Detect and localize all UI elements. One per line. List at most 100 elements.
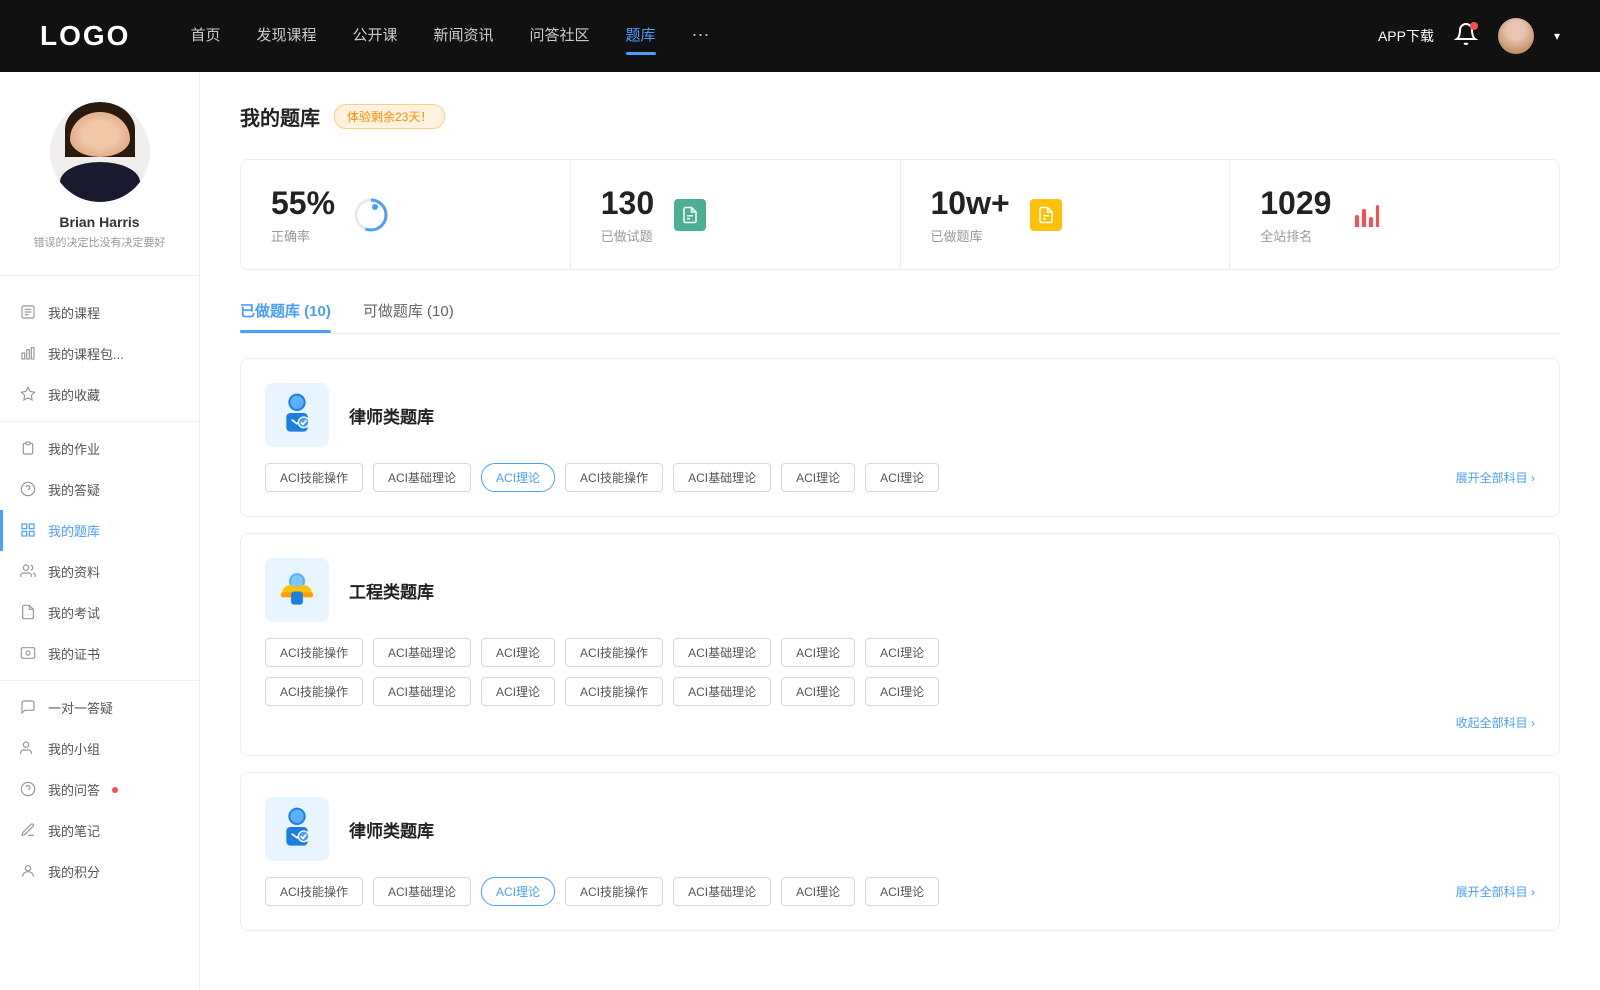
tag[interactable]: ACI技能操作 — [265, 638, 363, 667]
tag[interactable]: ACI理论 — [781, 463, 855, 492]
sidebar-item-homework[interactable]: 我的作业 — [0, 428, 199, 469]
sidebar-label: 我的课程 — [48, 303, 100, 322]
sidebar-label: 我的问答 — [48, 780, 100, 799]
tag[interactable]: ACI理论 — [865, 677, 939, 706]
expand-link[interactable]: 展开全部科目 › — [1456, 469, 1535, 486]
sidebar-item-qa[interactable]: 我的答疑 — [0, 469, 199, 510]
tag-active[interactable]: ACI理论 — [481, 463, 555, 492]
bank-title: 工程类题库 — [349, 578, 434, 603]
tag[interactable]: ACI理论 — [865, 638, 939, 667]
tag[interactable]: ACI基础理论 — [673, 677, 771, 706]
pencil-icon — [20, 822, 38, 840]
tag[interactable]: ACI技能操作 — [265, 463, 363, 492]
tag[interactable]: ACI基础理论 — [373, 638, 471, 667]
tag[interactable]: ACI基础理论 — [673, 463, 771, 492]
nav-open-course[interactable]: 公开课 — [352, 24, 397, 49]
tag[interactable]: ACI技能操作 — [565, 677, 663, 706]
notification-bell[interactable] — [1454, 22, 1478, 51]
sidebar-menu: 我的课程 我的课程包... 我的收藏 — [0, 276, 199, 908]
sidebar-item-one-on-one[interactable]: 一对一答疑 — [0, 687, 199, 728]
tag[interactable]: ACI基础理论 — [373, 677, 471, 706]
tags-row: ACI技能操作 ACI基础理论 ACI理论 ACI技能操作 ACI基础理论 AC… — [265, 877, 1535, 906]
tag[interactable]: ACI基础理论 — [373, 877, 471, 906]
user-menu-chevron[interactable]: ▾ — [1554, 29, 1560, 43]
app-download-button[interactable]: APP下载 — [1378, 26, 1434, 46]
doc-green-icon — [674, 199, 706, 231]
tag-active[interactable]: ACI理论 — [481, 877, 555, 906]
sidebar-label: 我的作业 — [48, 439, 100, 458]
certificate-icon — [20, 645, 38, 663]
sidebar-item-question-bank[interactable]: 我的题库 — [0, 510, 199, 551]
nav-right: APP下载 ▾ — [1378, 18, 1560, 54]
sidebar-item-points[interactable]: 我的积分 — [0, 851, 199, 892]
expand-link[interactable]: 展开全部科目 › — [1456, 883, 1535, 900]
ranking-icon — [1347, 195, 1387, 235]
tag[interactable]: ACI理论 — [865, 877, 939, 906]
tag[interactable]: ACI技能操作 — [265, 877, 363, 906]
tag[interactable]: ACI理论 — [781, 677, 855, 706]
tag[interactable]: ACI理论 — [481, 638, 555, 667]
nav-news[interactable]: 新闻资讯 — [434, 24, 494, 49]
sidebar-item-exam[interactable]: 我的考试 — [0, 592, 199, 633]
tag[interactable]: ACI理论 — [865, 463, 939, 492]
divider — [0, 421, 199, 422]
user-avatar[interactable] — [1498, 18, 1534, 54]
unread-dot — [112, 787, 118, 793]
sidebar-item-my-qa[interactable]: 我的问答 — [0, 769, 199, 810]
tag[interactable]: ACI技能操作 — [565, 877, 663, 906]
bank-icon-wrap — [265, 797, 329, 861]
page-title: 我的题库 — [240, 102, 320, 131]
tag[interactable]: ACI理论 — [781, 638, 855, 667]
tag[interactable]: ACI技能操作 — [565, 463, 663, 492]
star-icon — [20, 386, 38, 404]
tag[interactable]: ACI技能操作 — [265, 677, 363, 706]
tag[interactable]: ACI基础理论 — [373, 463, 471, 492]
stat-value: 1029 — [1260, 184, 1331, 222]
nav-home[interactable]: 首页 — [190, 24, 220, 49]
nav-question-bank[interactable]: 题库 — [626, 24, 656, 49]
doc-yellow-icon — [1030, 199, 1062, 231]
done-banks-icon — [1026, 195, 1066, 235]
sidebar-item-favorites[interactable]: 我的收藏 — [0, 374, 199, 415]
bank-card-header: 律师类题库 — [265, 797, 1535, 861]
main-content: 我的题库 体验剩余23天！ 55% 正确率 — [200, 72, 1600, 990]
stat-label: 已做题库 — [931, 226, 1010, 245]
sidebar-item-course-package[interactable]: 我的课程包... — [0, 333, 199, 374]
sidebar-label: 我的小组 — [48, 739, 100, 758]
collapse-section: 收起全部科目 › — [265, 714, 1535, 731]
bank-card-engineer: 工程类题库 ACI技能操作 ACI基础理论 ACI理论 ACI技能操作 ACI基… — [240, 533, 1560, 756]
bank-title: 律师类题库 — [349, 817, 434, 842]
sidebar-label: 一对一答疑 — [48, 698, 113, 717]
tab-done-banks[interactable]: 已做题库 (10) — [240, 300, 331, 333]
bank-icon-wrap — [265, 558, 329, 622]
stat-done-banks: 10w+ 已做题库 — [901, 160, 1231, 269]
sidebar-label: 我的资料 — [48, 562, 100, 581]
sidebar-item-certificate[interactable]: 我的证书 — [0, 633, 199, 674]
tag[interactable]: ACI基础理论 — [673, 638, 771, 667]
page-header: 我的题库 体验剩余23天！ — [240, 102, 1560, 131]
sidebar-item-my-course[interactable]: 我的课程 — [0, 292, 199, 333]
sidebar-item-profile[interactable]: 我的资料 — [0, 551, 199, 592]
nav-more[interactable]: ··· — [692, 24, 710, 49]
trial-badge: 体验剩余23天！ — [334, 104, 445, 129]
tag[interactable]: ACI理论 — [781, 877, 855, 906]
bank-icon-wrap — [265, 383, 329, 447]
user-group-icon — [20, 563, 38, 581]
nav-qa[interactable]: 问答社区 — [530, 24, 590, 49]
tag[interactable]: ACI技能操作 — [565, 638, 663, 667]
sidebar-label: 我的题库 — [48, 521, 100, 540]
bank-card-header: 工程类题库 — [265, 558, 1535, 622]
sidebar-label: 我的答疑 — [48, 480, 100, 499]
sidebar-item-group[interactable]: 我的小组 — [0, 728, 199, 769]
tag[interactable]: ACI理论 — [481, 677, 555, 706]
tag[interactable]: ACI基础理论 — [673, 877, 771, 906]
collapse-link[interactable]: 收起全部科目 › — [1456, 714, 1535, 731]
avatar — [50, 102, 150, 202]
nav-discover[interactable]: 发现课程 — [256, 24, 316, 49]
engineer-icon — [275, 568, 319, 612]
tags-row-2: ACI技能操作 ACI基础理论 ACI理论 ACI技能操作 ACI基础理论 AC… — [265, 677, 1535, 706]
tab-available-banks[interactable]: 可做题库 (10) — [363, 300, 454, 333]
stat-accuracy: 55% 正确率 — [241, 160, 571, 269]
sidebar-item-notes[interactable]: 我的笔记 — [0, 810, 199, 851]
document-icon — [20, 304, 38, 322]
